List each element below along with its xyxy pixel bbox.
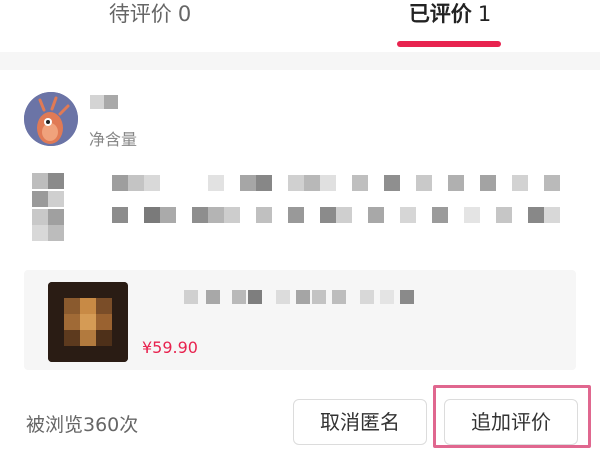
spec-label: 净含量 (89, 130, 138, 149)
section-divider (0, 52, 600, 70)
product-price: ¥59.90 (142, 338, 198, 357)
review-text-redacted (32, 173, 572, 243)
username-redacted (90, 95, 130, 115)
product-card[interactable]: ¥59.90 (24, 270, 576, 370)
review-tabs: 待评价 0 已评价 1 (0, 0, 600, 52)
shrimp-avatar-icon (24, 92, 78, 146)
tab-reviewed-label: 已评价 (408, 2, 472, 26)
tab-pending-label: 待评价 (108, 2, 172, 26)
tab-pending-review[interactable]: 待评价 0 (60, 0, 240, 52)
product-thumbnail (48, 282, 128, 362)
avatar[interactable] (24, 92, 78, 146)
highlight-annotation (433, 385, 591, 448)
product-image-icon (48, 282, 128, 362)
product-title-redacted (184, 290, 444, 306)
cancel-anonymous-button[interactable]: 取消匿名 (293, 399, 427, 445)
tab-pending-count: 0 (177, 2, 192, 26)
view-count: 被浏览360次 (26, 414, 139, 436)
active-tab-indicator (397, 41, 501, 47)
tab-reviewed-count: 1 (477, 2, 492, 26)
